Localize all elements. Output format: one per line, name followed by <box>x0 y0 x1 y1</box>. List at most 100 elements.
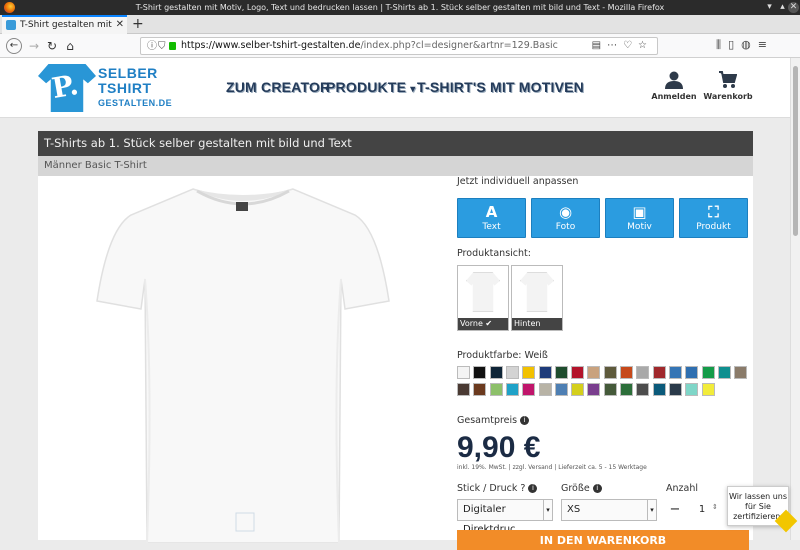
info-icon[interactable]: i <box>592 484 602 493</box>
nav-toolbar: ← → ↻ ⌂ ⓘ ⛉ https://www.selber-tshirt-ge… <box>0 34 800 58</box>
url-bar[interactable]: ⓘ ⛉ https://www.selber-tshirt-gestalten.… <box>140 37 658 55</box>
view-back[interactable]: Hinten <box>511 265 563 331</box>
color-swatch[interactable] <box>457 383 470 396</box>
color-swatch[interactable] <box>457 366 470 379</box>
back-button[interactable]: ← <box>6 38 22 54</box>
page-scrollbar[interactable] <box>790 58 800 540</box>
color-swatch[interactable] <box>636 366 650 379</box>
customizer-column: Jetzt individuell anpassen A Text ◉ Foto ▣… <box>457 176 753 550</box>
color-swatch[interactable] <box>701 383 715 396</box>
color-swatch[interactable] <box>685 366 699 379</box>
user-icon <box>665 71 683 89</box>
tab-close-icon[interactable]: ✕ <box>116 17 124 33</box>
product-button[interactable]: ⛶ Produkt <box>679 198 748 238</box>
info-icon[interactable]: i <box>528 484 538 493</box>
color-swatch[interactable] <box>587 366 601 379</box>
page-actions-icon[interactable]: ⋯ <box>607 40 623 51</box>
customize-label: Jetzt individuell anpassen <box>457 176 579 187</box>
spin-icon[interactable]: ⇕ <box>712 503 718 511</box>
color-swatch[interactable] <box>734 366 748 379</box>
info-icon[interactable]: i <box>520 416 530 425</box>
color-swatch[interactable] <box>489 383 503 396</box>
pocket-icon[interactable]: ♡ <box>623 40 638 51</box>
color-swatch[interactable] <box>636 383 650 396</box>
view-back-caption: Hinten <box>512 318 562 330</box>
size-label: Größe <box>561 483 590 494</box>
color-swatch[interactable] <box>717 366 731 379</box>
account-icon[interactable]: ◍ <box>741 38 758 51</box>
forward-button[interactable]: → <box>26 38 42 54</box>
quantity-decrease-button[interactable]: − <box>666 499 684 521</box>
tab-active[interactable]: T-Shirt gestalten mit ✕ <box>2 15 127 34</box>
certification-badge[interactable]: Wir lassen uns für Sie zertifizieren. <box>727 486 798 533</box>
nav-products[interactable]: PRODUKTE ▾ <box>326 79 416 95</box>
scrollbar-thumb[interactable] <box>793 66 798 236</box>
color-swatch[interactable] <box>620 366 633 379</box>
color-swatch[interactable] <box>473 383 487 396</box>
tracking-shield-icon[interactable]: ⛉ <box>158 39 166 54</box>
color-swatch[interactable] <box>701 366 715 379</box>
color-swatch[interactable] <box>538 383 552 396</box>
print-method-select[interactable]: Digitaler Direktdruc▾ <box>457 499 553 535</box>
url-host: https://www.selber-tshirt-gestalten.de <box>181 40 361 51</box>
color-swatch[interactable] <box>685 383 699 396</box>
library-icon[interactable]: ⫼ <box>716 38 728 51</box>
color-swatch[interactable] <box>505 366 519 379</box>
add-photo-button[interactable]: ◉ Foto <box>531 198 600 238</box>
reload-button[interactable]: ↻ <box>44 38 60 54</box>
color-swatch[interactable] <box>571 366 585 379</box>
color-swatch[interactable] <box>668 383 682 396</box>
color-swatch[interactable] <box>538 366 552 379</box>
color-swatch[interactable] <box>603 366 617 379</box>
color-swatch[interactable] <box>554 366 568 379</box>
color-swatch[interactable] <box>522 366 536 379</box>
color-swatch[interactable] <box>571 383 585 396</box>
customize-buttons: A Text ◉ Foto ▣ Motiv ⛶ Produkt <box>457 198 749 238</box>
minimize-icon[interactable]: ▾ <box>764 2 775 13</box>
color-swatch[interactable] <box>668 366 682 379</box>
color-swatch[interactable] <box>522 383 536 396</box>
color-swatch[interactable] <box>505 383 519 396</box>
favicon-icon <box>6 20 16 30</box>
add-to-cart-button[interactable]: IN DEN WARENKORB <box>457 530 749 550</box>
color-swatch[interactable] <box>554 383 568 396</box>
reader-view-icon[interactable]: ▤ <box>592 40 607 51</box>
cart-button[interactable]: Warenkorb <box>703 71 753 101</box>
color-swatch[interactable] <box>620 383 633 396</box>
home-button[interactable]: ⌂ <box>62 38 78 54</box>
quantity-label: Anzahl <box>666 483 698 494</box>
tshirt-preview[interactable] <box>93 183 393 543</box>
info-icon[interactable]: ⓘ <box>147 39 157 54</box>
firefox-icon <box>4 2 15 13</box>
view-front[interactable]: Vorne ✔ <box>457 265 509 331</box>
logo-mark: P. <box>49 67 81 106</box>
menu-icon[interactable]: ≡ <box>758 38 774 51</box>
neck-label-icon <box>236 202 248 211</box>
toolbar-right: ⫼▯◍≡ <box>716 38 774 52</box>
dropdown-arrow-icon: ▾ <box>647 500 656 520</box>
login-button[interactable]: Anmelden <box>649 71 699 101</box>
text-icon: A <box>485 203 498 221</box>
camera-icon: ◉ <box>558 203 573 221</box>
site-logo[interactable]: P. SELBER TSHIRT GESTALTEN.DE <box>38 60 172 114</box>
nav-creator[interactable]: ZUM CREATOR <box>226 79 330 95</box>
color-swatch[interactable] <box>489 366 503 379</box>
logo-line-3: GESTALTEN.DE <box>98 98 173 108</box>
color-swatch[interactable] <box>473 366 487 379</box>
size-select[interactable]: XS ▾ <box>561 499 657 521</box>
add-text-button[interactable]: A Text <box>457 198 526 238</box>
new-tab-button[interactable]: + <box>132 16 144 32</box>
nav-motifs[interactable]: T-SHIRT'S MIT MOTIVEN <box>417 79 584 95</box>
bookmark-star-icon[interactable]: ☆ <box>638 40 653 51</box>
color-swatch[interactable] <box>652 366 666 379</box>
color-swatch[interactable] <box>603 383 617 396</box>
add-motif-button[interactable]: ▣ Motiv <box>605 198 674 238</box>
color-swatch[interactable] <box>652 383 666 396</box>
logo-line-2: TSHIRT <box>98 80 152 96</box>
window-title: T-Shirt gestalten mit Motiv, Logo, Text … <box>135 3 665 12</box>
maximize-icon[interactable]: ▴ <box>777 2 788 13</box>
color-swatch[interactable] <box>587 383 601 396</box>
sidebar-icon[interactable]: ▯ <box>728 38 741 51</box>
add-motif-label: Motiv <box>627 222 652 232</box>
close-window-icon[interactable]: ✕ <box>788 2 799 13</box>
